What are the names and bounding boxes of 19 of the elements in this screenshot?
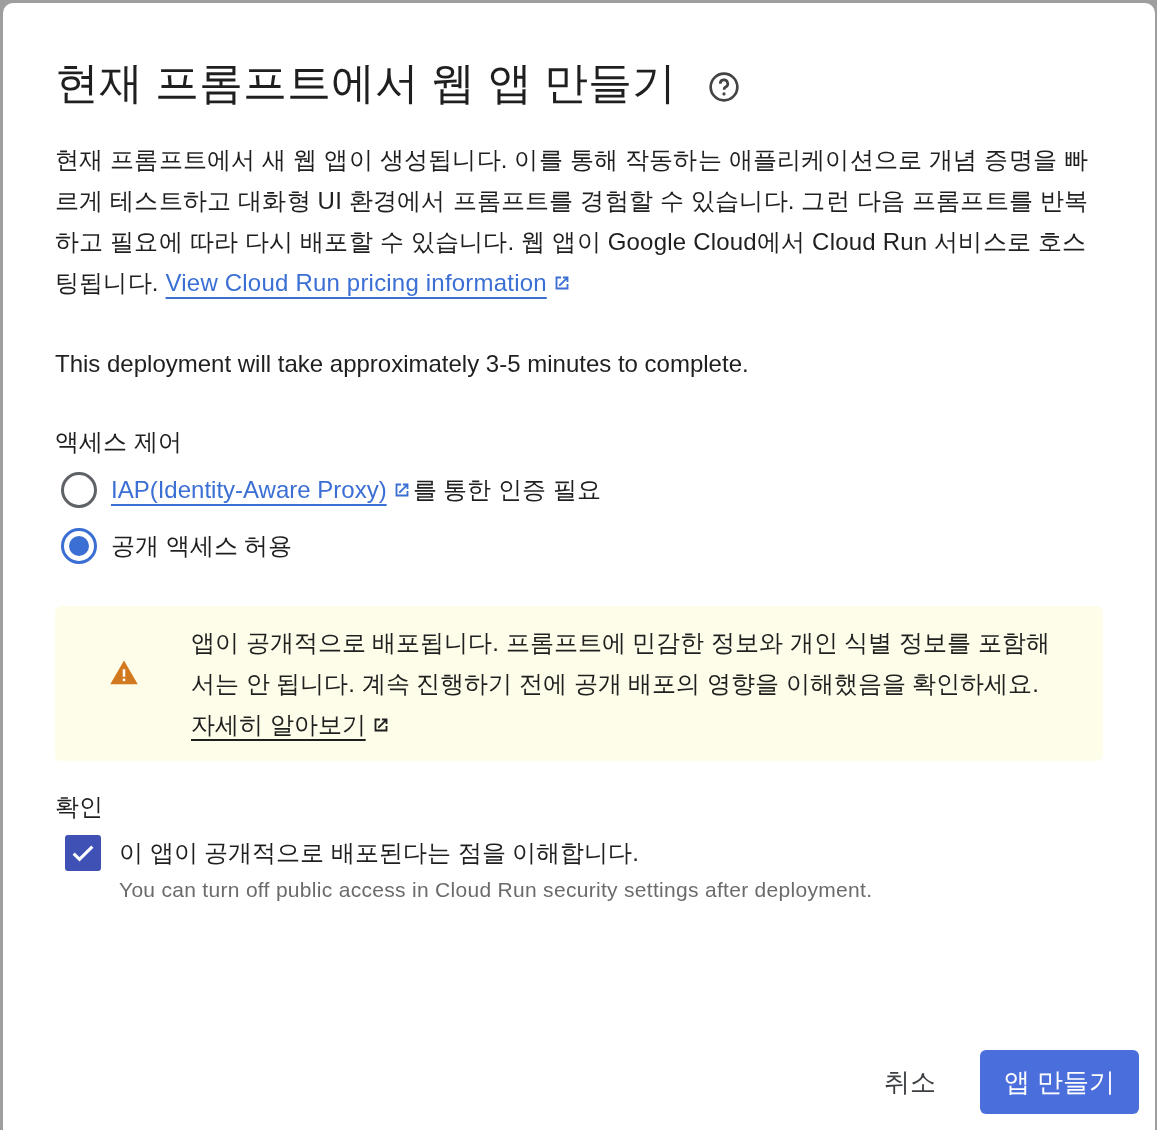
radio-button[interactable]	[61, 528, 97, 564]
warning-text: 앱이 공개적으로 배포됩니다. 프롬프트에 민감한 정보와 개인 식별 정보를 포함해서는 안 됩니다. 계속 진행하기 전에 공개 배포의 영향을 이해했음을 확인하세요. 자세히 알아보기	[191, 628, 1051, 740]
hint-text: You can turn off public access in Cloud Run security settings after deployment.	[119, 877, 873, 903]
iap-link[interactable]: IAP(Identity-Aware Proxy)	[111, 476, 387, 503]
deployment-note: This deployment will take approximately 3-5 minutes to complete.	[55, 349, 750, 379]
checkbox[interactable]	[65, 835, 101, 871]
learn-more-link[interactable]: 자세히 알아보기	[191, 711, 392, 738]
option-label: IAP(Identity-Aware Proxy) 를 통한 인증 필요	[111, 475, 601, 505]
section-heading: 액세스 제어	[55, 427, 183, 457]
create-app-button[interactable]: 앱 만들기	[979, 1050, 1139, 1114]
pricing-link[interactable]: View Cloud Run pricing information	[165, 269, 573, 296]
section-heading: 확인	[55, 792, 104, 822]
description-text: 현재 프롬프트에서 새 웹 앱이 생성됩니다. 이를 통해 작동하는 애플리케이션으로 개념 증명을 빠르게 테스트하고 대화형 UI 환경에서 프롬프트를 경험할 수 있습니다. 그런 다음 프롬프트를 반복하고 필요에 따라 다시 배포할 수 있습니다. 웹 앱이 Google Cloud에서 Cloud Run 서비스로 호스팅됩니다. View Cloud Run pricing information	[55, 145, 1090, 298]
option-label: 공개 액세스 허용	[111, 531, 293, 561]
help-icon[interactable]	[707, 71, 740, 103]
dialog-title: 현재 프롬프트에서 웹 앱 만들기	[55, 57, 676, 109]
checkbox-label: 이 앱이 공개적으로 배포된다는 점을 이해합니다.	[119, 838, 640, 868]
cancel-button[interactable]: 취소	[859, 1050, 960, 1114]
radio-button[interactable]	[61, 472, 97, 508]
